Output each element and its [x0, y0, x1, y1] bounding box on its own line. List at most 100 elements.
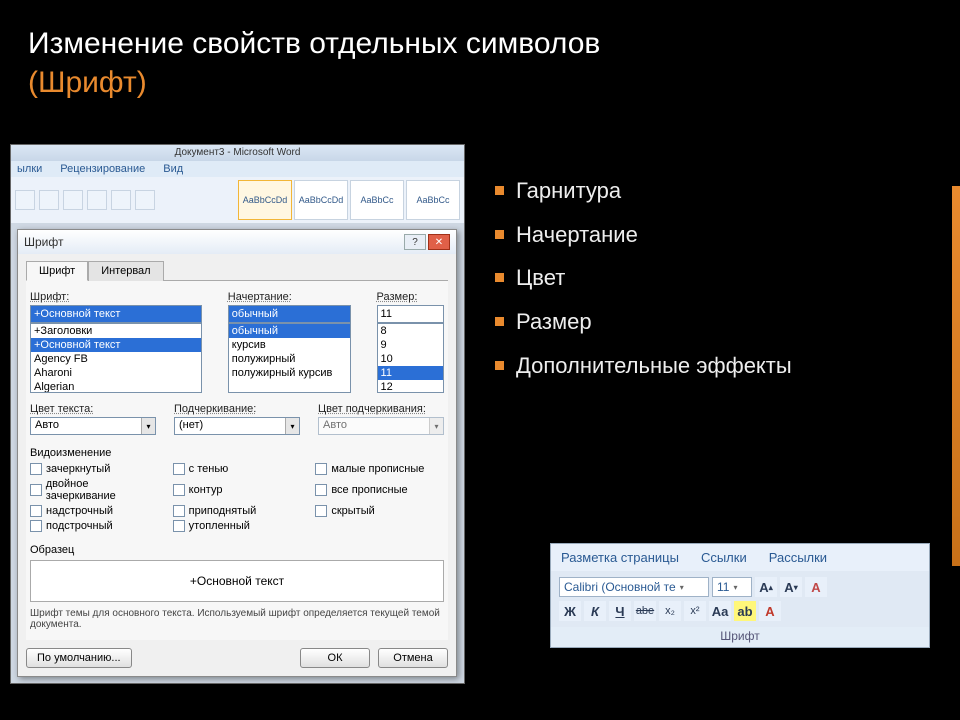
label-preview: Образец — [30, 544, 444, 556]
list-item[interactable]: +Основной текст — [31, 338, 201, 352]
theme-note: Шрифт темы для основного текста. Использ… — [30, 608, 444, 630]
ribbon-tabs-fragment: Разметка страницы Ссылки Рассылки — [551, 544, 929, 571]
superscript-button[interactable]: x² — [684, 601, 706, 621]
cancel-button[interactable]: Отмена — [378, 648, 448, 668]
list-item[interactable]: 9 — [378, 338, 443, 352]
tab-font[interactable]: Шрифт — [26, 261, 88, 281]
font-name-combo[interactable]: Calibri (Основной те▾ — [559, 577, 709, 597]
bullet-icon — [495, 317, 504, 326]
bullet-item: Цвет — [516, 263, 565, 293]
default-button[interactable]: По умолчанию... — [26, 648, 132, 668]
size-list[interactable]: 8 9 10 11 12 — [377, 323, 444, 393]
sort-icon[interactable] — [111, 190, 131, 210]
grow-font-icon[interactable]: A▴ — [755, 577, 777, 597]
ribbon-tab[interactable]: Рецензирование — [60, 163, 145, 175]
style-input[interactable]: обычный — [228, 305, 351, 323]
highlight-button[interactable]: ab — [734, 601, 756, 621]
checkbox-superscript[interactable]: надстрочный — [30, 505, 159, 517]
color-dropdown[interactable]: Авто ▾ — [30, 417, 156, 435]
style-chip[interactable]: AaBbCcDd — [238, 180, 292, 220]
checkbox-outline[interactable]: контур — [173, 478, 302, 502]
list-item[interactable]: полужирный — [229, 352, 350, 366]
indent-increase-icon[interactable] — [87, 190, 107, 210]
word-window: Документ3 - Microsoft Word ылки Рецензир… — [10, 144, 465, 684]
font-list[interactable]: +Заголовки +Основной текст Agency FB Aha… — [30, 323, 202, 393]
style-list[interactable]: обычный курсив полужирный полужирный кур… — [228, 323, 351, 393]
list-bullets-icon[interactable] — [15, 190, 35, 210]
list-item[interactable]: 12 — [378, 380, 443, 393]
checkbox-shadow[interactable]: с тенью — [173, 463, 302, 475]
label-underline: Подчеркивание: — [174, 403, 300, 415]
list-item[interactable]: 10 — [378, 352, 443, 366]
dialog-footer: По умолчанию... ОК Отмена — [18, 640, 456, 676]
style-chip[interactable]: AaBbCc — [406, 180, 460, 220]
list-item[interactable]: курсив — [229, 338, 350, 352]
close-icon[interactable]: ✕ — [428, 234, 450, 250]
list-item[interactable]: Agency FB — [31, 352, 201, 366]
ribbon-tab[interactable]: Рассылки — [769, 550, 827, 565]
list-item[interactable]: полужирный курсив — [229, 366, 350, 380]
label-underline-color: Цвет подчеркивания: — [318, 403, 444, 415]
list-item[interactable]: Algerian — [31, 380, 201, 393]
help-icon[interactable]: ? — [404, 234, 426, 250]
ribbon-tab[interactable]: ылки — [17, 163, 42, 175]
font-size-combo[interactable]: 11▾ — [712, 577, 752, 597]
dialog-title: Шрифт — [24, 235, 63, 249]
clear-format-icon[interactable]: A — [805, 577, 827, 597]
font-size-value: 11 — [717, 580, 729, 594]
underline-color-value: Авто — [319, 418, 429, 434]
title-line2: (Шрифт) — [28, 66, 147, 99]
ribbon-toolbar: AaBbCcDd AaBbCcDd AaBbCc AaBbCc — [11, 177, 464, 223]
ribbon-tab[interactable]: Разметка страницы — [561, 550, 679, 565]
shrink-font-icon[interactable]: A▾ — [780, 577, 802, 597]
checkbox-subscript[interactable]: подстрочный — [30, 520, 159, 532]
list-item[interactable]: 11 — [378, 366, 443, 380]
size-input[interactable]: 11 — [377, 305, 444, 323]
font-input[interactable]: +Основной текст — [30, 305, 202, 323]
chevron-down-icon: ▾ — [285, 418, 299, 434]
ribbon-tabs: ылки Рецензирование Вид — [11, 161, 464, 177]
style-chip[interactable]: AaBbCc — [350, 180, 404, 220]
bold-button[interactable]: Ж — [559, 601, 581, 621]
chevron-down-icon: ▾ — [141, 418, 155, 434]
style-chip[interactable]: AaBbCcDd — [294, 180, 348, 220]
list-item[interactable]: +Заголовки — [31, 324, 201, 338]
underline-color-dropdown[interactable]: Авто ▾ — [318, 417, 444, 435]
underline-button[interactable]: Ч — [609, 601, 631, 621]
font-color-button[interactable]: A — [759, 601, 781, 621]
checkbox-emboss[interactable]: приподнятый — [173, 505, 302, 517]
styles-gallery: AaBbCcDd AaBbCcDd AaBbCc AaBbCc — [238, 180, 460, 220]
checkbox-engrave[interactable]: утопленный — [173, 520, 302, 532]
slide-accent-bar — [952, 186, 960, 566]
checkbox-smallcaps[interactable]: малые прописные — [315, 463, 444, 475]
pilcrow-icon[interactable] — [135, 190, 155, 210]
dialog-body: Шрифт: +Основной текст +Заголовки +Основ… — [26, 280, 448, 640]
checkbox-hidden[interactable]: скрытый — [315, 505, 444, 517]
label-color: Цвет текста: — [30, 403, 156, 415]
list-item[interactable]: обычный — [229, 324, 350, 338]
list-item[interactable]: 8 — [378, 324, 443, 338]
chevron-down-icon: ▾ — [429, 418, 443, 434]
underline-dropdown[interactable]: (нет) ▾ — [174, 417, 300, 435]
indent-decrease-icon[interactable] — [63, 190, 83, 210]
checkbox-allcaps[interactable]: все прописные — [315, 478, 444, 502]
word-titlebar: Документ3 - Microsoft Word — [11, 145, 464, 161]
title-line1: Изменение свойств отдельных символов — [28, 27, 600, 60]
dialog-titlebar[interactable]: Шрифт ? ✕ — [18, 230, 456, 254]
checkbox-dblstrike[interactable]: двойное зачеркивание — [30, 478, 159, 502]
bullet-icon — [495, 230, 504, 239]
list-item[interactable]: Aharoni — [31, 366, 201, 380]
slide-title: Изменение свойств отдельных символов (Шр… — [28, 24, 600, 102]
italic-button[interactable]: К — [584, 601, 606, 621]
checkbox-strike[interactable]: зачеркнутый — [30, 463, 159, 475]
ribbon-tab[interactable]: Вид — [163, 163, 183, 175]
subscript-button[interactable]: x₂ — [659, 601, 681, 621]
strike-button[interactable]: abe — [634, 601, 656, 621]
change-case-button[interactable]: Aa — [709, 601, 731, 621]
tab-spacing[interactable]: Интервал — [88, 261, 163, 281]
ribbon-tab[interactable]: Ссылки — [701, 550, 747, 565]
bullet-item: Дополнительные эффекты — [516, 351, 792, 381]
list-numbers-icon[interactable] — [39, 190, 59, 210]
ok-button[interactable]: ОК — [300, 648, 370, 668]
panel-label: Шрифт — [551, 627, 929, 647]
